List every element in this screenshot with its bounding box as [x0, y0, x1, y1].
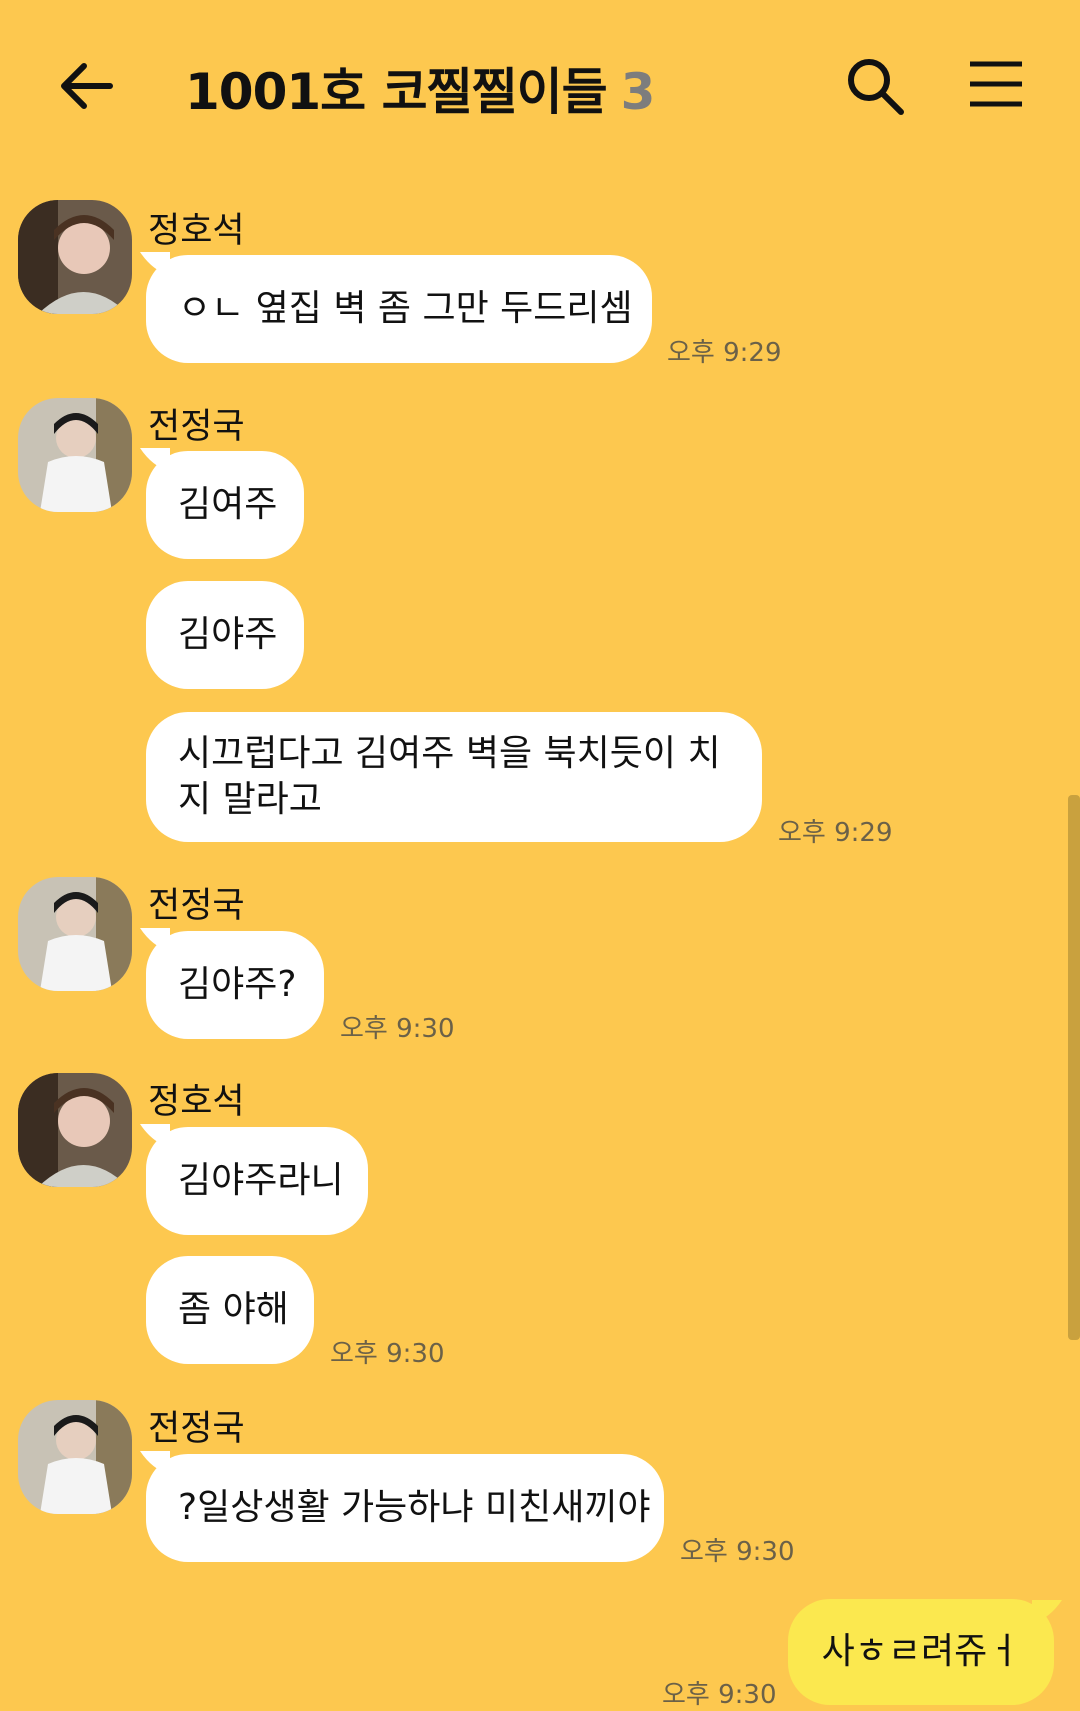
- message-time: 오후 9:29: [667, 338, 782, 368]
- member-count: 3: [620, 63, 656, 121]
- scrollbar[interactable]: [1068, 795, 1080, 1340]
- message-text: 시끄럽다고 김여주 벽을 북치듯이 치지 말라고: [178, 733, 721, 820]
- avatar[interactable]: [18, 877, 132, 991]
- message-text: 김야주라니: [178, 1160, 344, 1201]
- arrow-left-icon: [61, 63, 113, 109]
- sender-name: 정호석: [148, 211, 245, 251]
- message-text: 김야주: [178, 614, 278, 655]
- my-message-bubble[interactable]: 사ㅎㄹ려쥬ㅓ: [788, 1599, 1054, 1705]
- chat-title-text: 1001호 코찔찔이들: [185, 63, 608, 121]
- profile-photo-icon: [18, 1073, 132, 1187]
- sender-name: 정호석: [148, 1082, 245, 1122]
- profile-photo-icon: [18, 200, 132, 314]
- message-time: 오후 9:30: [330, 1339, 445, 1369]
- sender-name: 전정국: [148, 886, 245, 926]
- message-bubble[interactable]: ?일상생활 가능하냐 미친새끼야: [146, 1454, 664, 1562]
- message-text: 좀 야해: [178, 1289, 289, 1330]
- message-time: 오후 9:30: [340, 1014, 455, 1044]
- message-bubble[interactable]: 김야주라니: [146, 1127, 368, 1235]
- message-text: 김야주?: [178, 964, 297, 1005]
- menu-button[interactable]: [968, 60, 1024, 108]
- message-bubble[interactable]: 김야주?: [146, 931, 324, 1039]
- avatar[interactable]: [18, 1400, 132, 1514]
- message-text: 사ㅎㄹ려쥬ㅓ: [821, 1631, 1021, 1672]
- sender-name: 전정국: [148, 407, 245, 447]
- message-bubble[interactable]: 시끄럽다고 김여주 벽을 북치듯이 치지 말라고: [146, 712, 762, 842]
- message-time: 오후 9:30: [662, 1680, 777, 1710]
- message-text: ?일상생활 가능하냐 미친새끼야: [178, 1487, 651, 1528]
- avatar[interactable]: [18, 1073, 132, 1187]
- search-button[interactable]: [845, 56, 905, 116]
- message-bubble[interactable]: 김야주: [146, 581, 304, 689]
- message-time: 오후 9:29: [778, 818, 893, 848]
- search-icon: [848, 59, 904, 115]
- back-button[interactable]: [58, 58, 118, 114]
- profile-photo-icon: [18, 877, 132, 991]
- avatar[interactable]: [18, 200, 132, 314]
- message-bubble[interactable]: 좀 야해: [146, 1256, 314, 1364]
- message-time: 오후 9:30: [680, 1537, 795, 1567]
- message-text: ㅇㄴ 옆집 벽 좀 그만 두드리셈: [178, 288, 633, 329]
- profile-photo-icon: [18, 398, 132, 512]
- message-bubble[interactable]: 김여주: [146, 451, 304, 559]
- chat-title: 1001호 코찔찔이들 3: [185, 52, 656, 124]
- avatar[interactable]: [18, 398, 132, 512]
- profile-photo-icon: [18, 1400, 132, 1514]
- message-bubble[interactable]: ㅇㄴ 옆집 벽 좀 그만 두드리셈: [146, 255, 652, 363]
- sender-name: 전정국: [148, 1409, 245, 1449]
- menu-icon: [970, 61, 1022, 107]
- chat-header: 1001호 코찔찔이들 3: [0, 0, 1080, 170]
- message-text: 김여주: [178, 484, 278, 525]
